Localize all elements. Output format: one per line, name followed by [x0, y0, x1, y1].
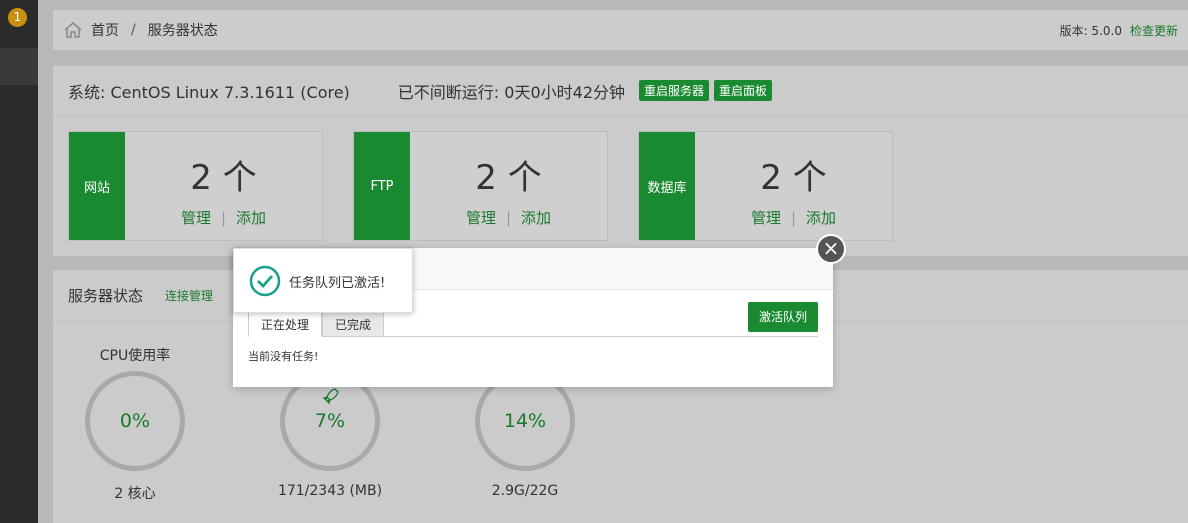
manage-link[interactable]: 管理: [181, 209, 211, 227]
gauge-caption: 2.9G/22G: [491, 483, 559, 499]
stat-count: 2 个: [760, 158, 827, 198]
check-circle-icon: [249, 265, 281, 297]
version-label: 版本: 5.0.0: [1059, 23, 1122, 38]
gauge-caption: 171/2343 (MB): [277, 483, 383, 499]
server-status-title: 服务器状态: [68, 287, 144, 305]
gauge-value: 14%: [503, 410, 547, 432]
system-os: 系统: CentOS Linux 7.3.1611 (Core): [68, 82, 350, 102]
sidebar-item-active[interactable]: [0, 48, 38, 85]
empty-task-text: 当前没有任务!: [248, 350, 319, 363]
stat-label: 网站: [69, 132, 125, 240]
tab-processing[interactable]: 正在处理: [248, 312, 323, 337]
notification-badge[interactable]: 1: [8, 8, 27, 27]
add-link[interactable]: 添加: [521, 209, 551, 227]
stat-count: 2 个: [190, 158, 257, 198]
toast-notification: 任务队列已激活!: [233, 248, 413, 313]
stat-box-ftp: FTP 2 个 管理 | 添加: [353, 131, 608, 241]
gauge-caption: 2 核心: [114, 486, 156, 502]
manage-link[interactable]: 管理: [466, 209, 496, 227]
top-bar: 首页 / 服务器状态 版本: 5.0.0 检查更新: [53, 10, 1188, 50]
task-tabs: 正在处理 已完成: [248, 312, 818, 337]
home-icon[interactable]: [63, 20, 83, 40]
system-uptime: 已不间断运行: 0天0小时42分钟: [397, 82, 625, 102]
gauge-title: CPU使用率: [99, 348, 171, 364]
system-card: 系统: CentOS Linux 7.3.1611 (Core) 已不间断运行:…: [53, 66, 1188, 256]
stat-label: 数据库: [639, 132, 695, 240]
stat-box-database: 数据库 2 个 管理 | 添加: [638, 131, 893, 241]
stat-actions: 管理 | 添加: [125, 207, 322, 228]
toast-message: 任务队列已激活!: [289, 276, 386, 291]
stat-label: FTP: [354, 132, 410, 240]
cpu-gauge: CPU使用率 0% 2 核心: [65, 345, 205, 503]
tab-completed[interactable]: 已完成: [322, 312, 385, 337]
stat-box-website: 网站 2 个 管理 | 添加: [68, 131, 323, 241]
close-icon[interactable]: ×: [816, 234, 846, 264]
gauge-value: 0%: [119, 410, 151, 432]
sidebar: 1: [0, 0, 38, 523]
breadcrumb-separator: /: [131, 22, 136, 38]
connection-manage-link[interactable]: 连接管理: [165, 287, 213, 304]
rocket-icon[interactable]: [321, 386, 341, 406]
divider: |: [505, 209, 512, 227]
system-header: 系统: CentOS Linux 7.3.1611 (Core) 已不间断运行:…: [53, 66, 1188, 116]
check-update-link[interactable]: 检查更新: [1130, 22, 1178, 39]
add-link[interactable]: 添加: [806, 209, 836, 227]
manage-link[interactable]: 管理: [751, 209, 781, 227]
divider: |: [790, 209, 797, 227]
stat-actions: 管理 | 添加: [695, 207, 892, 228]
version-info: 版本: 5.0.0 检查更新: [1060, 10, 1178, 50]
breadcrumb-current: 服务器状态: [147, 23, 218, 39]
stat-actions: 管理 | 添加: [410, 207, 607, 228]
activate-queue-button[interactable]: 激活队列: [748, 302, 818, 332]
breadcrumb-home[interactable]: 首页: [91, 20, 119, 40]
gauge-ring[interactable]: 0%: [85, 371, 185, 471]
add-link[interactable]: 添加: [236, 209, 266, 227]
gauge-value: 7%: [314, 410, 346, 432]
restart-server-button[interactable]: 重启服务器: [639, 80, 710, 101]
divider: |: [220, 209, 227, 227]
breadcrumb: 首页 / 服务器状态: [63, 10, 218, 50]
restart-panel-button[interactable]: 重启面板: [714, 80, 773, 101]
stat-count: 2 个: [475, 158, 542, 198]
